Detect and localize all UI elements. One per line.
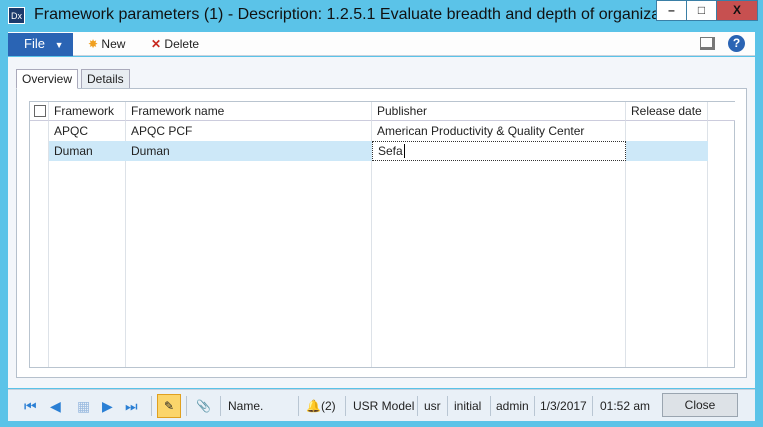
edit-mode-pencil-icon[interactable]: ✎ (157, 394, 181, 418)
attachments-icon[interactable]: 📎 (196, 398, 211, 414)
minimize-button[interactable]: – (656, 0, 687, 21)
tab-details[interactable]: Details (81, 69, 130, 89)
file-label: File (24, 36, 45, 51)
notification-count: (2) (320, 399, 336, 413)
status-layer: initial (454, 399, 482, 413)
header-publisher[interactable]: Publisher (372, 102, 626, 121)
header-framework-name[interactable]: Framework name (126, 102, 372, 121)
table-row[interactable]: APQC APQC PCF American Productivity & Qu… (49, 121, 708, 141)
app-icon: Dx (8, 7, 25, 24)
header-framework[interactable]: Framework (49, 102, 126, 121)
cell-framework-name[interactable]: Duman (126, 141, 170, 161)
window-title: Framework parameters (1) - Description: … (34, 6, 700, 23)
select-all-checkbox[interactable] (34, 105, 46, 117)
file-menu-button[interactable]: File ▼ (8, 33, 73, 56)
maximize-button[interactable]: □ (686, 0, 717, 21)
help-icon[interactable]: ? (728, 35, 745, 52)
new-label: New (101, 37, 126, 51)
chevron-down-icon: ▼ (54, 40, 64, 50)
bell-icon: 🔔 (306, 399, 321, 413)
main-area: Overview Details Framework Framework nam… (8, 57, 755, 388)
cell-publisher[interactable]: American Productivity & Quality Center (372, 121, 584, 141)
overview-panel: Framework Framework name Publisher Relea… (16, 88, 747, 378)
cell-framework[interactable]: Duman (49, 141, 93, 161)
header-release-date[interactable]: Release date (626, 102, 708, 121)
delete-label: Delete (164, 37, 200, 51)
last-record-icon[interactable]: ⏭ (125, 398, 138, 415)
grid-view-icon[interactable]: ▦ (77, 398, 90, 415)
previous-record-icon[interactable]: ◀ (50, 398, 61, 415)
frameworks-grid: Framework Framework name Publisher Relea… (29, 101, 735, 368)
notifications-button[interactable]: 🔔(2) (306, 398, 336, 414)
status-model: USR Model (353, 399, 415, 413)
status-time: 01:52 am (600, 399, 651, 413)
status-company: usr (424, 399, 441, 413)
close-button[interactable]: Close (662, 393, 738, 417)
table-row-selected[interactable]: Duman Duman Sefa (49, 141, 708, 161)
delete-x-icon: ✕ (151, 37, 162, 51)
new-star-icon: ✸ (88, 37, 99, 51)
first-record-icon[interactable]: ⏮ (24, 398, 37, 415)
publisher-input[interactable]: Sefa (372, 141, 626, 161)
cell-framework-name[interactable]: APQC PCF (126, 121, 192, 141)
close-window-button[interactable]: X (716, 0, 758, 21)
next-record-icon[interactable]: ▶ (102, 398, 113, 415)
cell-framework[interactable]: APQC (49, 121, 88, 141)
delete-button[interactable]: ✕ Delete (151, 35, 199, 53)
tab-overview[interactable]: Overview (16, 69, 79, 89)
layout-toggle-icon[interactable] (700, 37, 715, 50)
select-all-header (30, 102, 49, 121)
status-date: 1/3/2017 (540, 399, 587, 413)
toolbar: File ▼ ✸ New ✕ Delete ? (8, 32, 755, 56)
status-name: Name. (228, 399, 264, 413)
status-user: admin (496, 399, 529, 413)
new-button[interactable]: ✸ New (88, 35, 125, 53)
status-bar: ⏮ ◀ ▦ ▶ ⏭ ✎ 📎 Name. 🔔(2) USR Model usr i… (8, 389, 755, 421)
publisher-value: Sefa (378, 144, 403, 158)
